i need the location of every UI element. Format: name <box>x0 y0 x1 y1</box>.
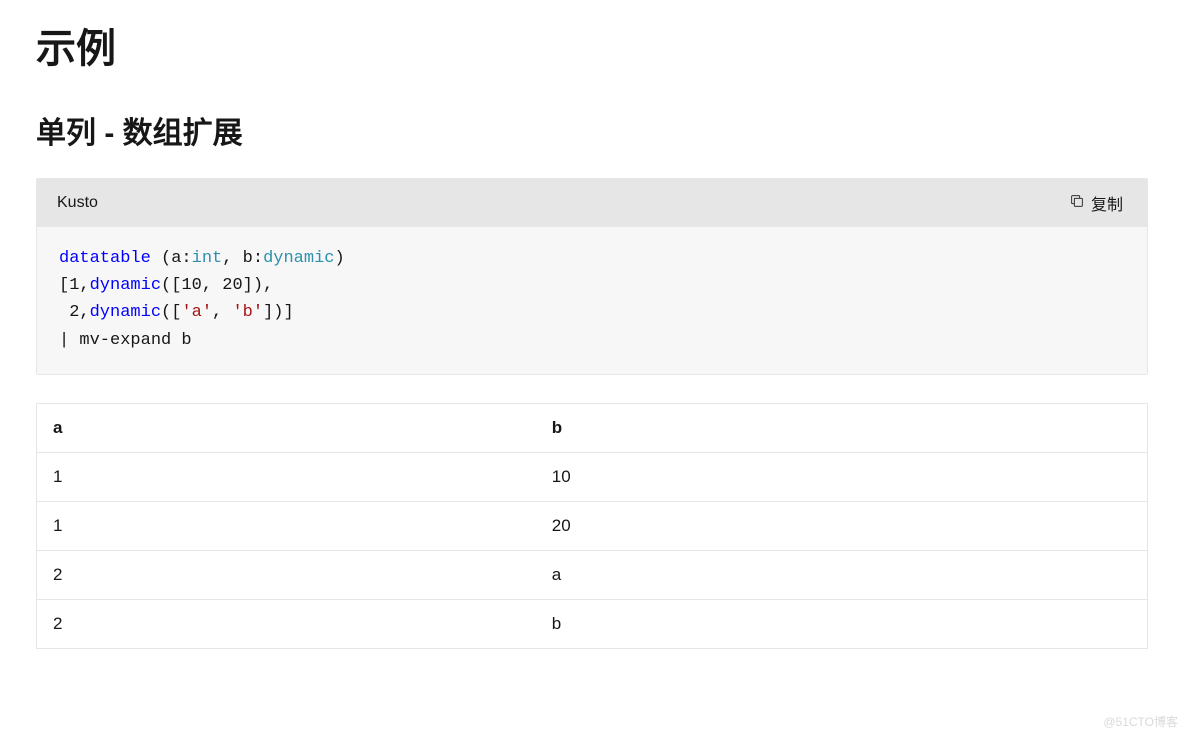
column-header: b <box>536 403 1148 452</box>
section-title: 单列 - 数组扩展 <box>36 108 1148 152</box>
code-token-type: int <box>192 249 223 268</box>
table-cell: 2 <box>37 599 536 648</box>
table-cell: b <box>536 599 1148 648</box>
code-body: datatable (a:int, b:dynamic) [1,dynamic(… <box>37 227 1147 374</box>
code-language-label: Kusto <box>57 194 98 212</box>
code-token-num: 1 <box>69 276 79 295</box>
table-body: 1101202a2b <box>37 452 1148 648</box>
table-head: ab <box>37 403 1148 452</box>
code-token-num: 20 <box>222 276 242 295</box>
code-header: Kusto 复制 <box>37 179 1147 227</box>
result-table: ab 1101202a2b <box>36 403 1148 649</box>
code-block: Kusto 复制 datatable (a:int, b:dynamic) [1… <box>36 178 1148 375</box>
table-row: 2b <box>37 599 1148 648</box>
table-cell: 1 <box>37 501 536 550</box>
copy-button[interactable]: 复制 <box>1065 189 1127 217</box>
copy-button-label: 复制 <box>1091 191 1123 215</box>
code-token-str: 'a' <box>181 303 212 322</box>
watermark: @51CTO博客 <box>1103 713 1178 730</box>
code-token-kw: dynamic <box>90 303 161 322</box>
code-token-kw: dynamic <box>90 276 161 295</box>
table-row: 120 <box>37 501 1148 550</box>
table-cell: a <box>536 550 1148 599</box>
code-token-str: 'b' <box>232 303 263 322</box>
table-cell: 20 <box>536 501 1148 550</box>
table-cell: 10 <box>536 452 1148 501</box>
table-cell: 1 <box>37 452 536 501</box>
column-header: a <box>37 403 536 452</box>
table-row: 2a <box>37 550 1148 599</box>
table-cell: 2 <box>37 550 536 599</box>
table-row: 110 <box>37 452 1148 501</box>
code-token-type: dynamic <box>263 249 334 268</box>
code-token-num: 2 <box>69 303 79 322</box>
code-token-num: 10 <box>181 276 201 295</box>
page-title: 示例 <box>36 16 1148 74</box>
code-token-kw: datatable <box>59 249 151 268</box>
copy-icon <box>1069 193 1085 214</box>
